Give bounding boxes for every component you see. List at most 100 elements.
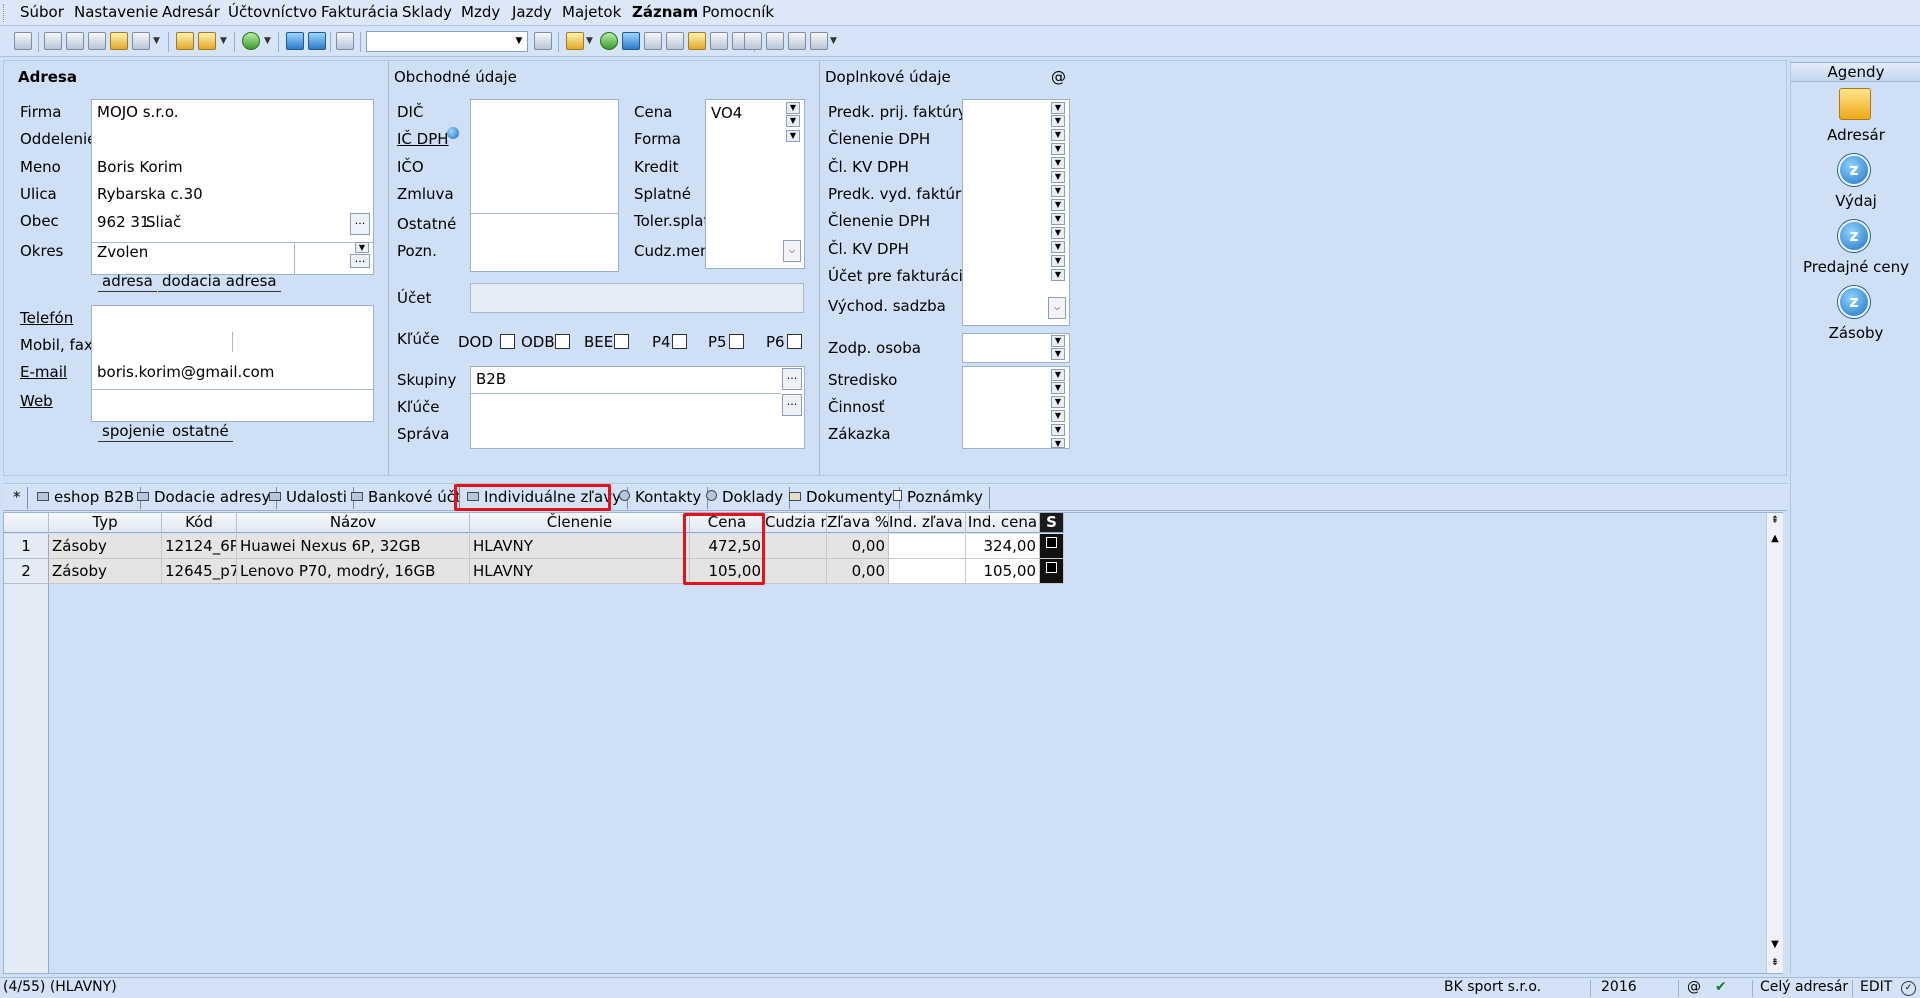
- dropdown-button[interactable]: ▼: [1051, 129, 1065, 141]
- key-bee-checkbox[interactable]: [614, 334, 629, 349]
- cell-cudzia[interactable]: [765, 559, 827, 584]
- menu-majetok[interactable]: Majetok: [562, 3, 621, 21]
- tab-dodacie-adresy[interactable]: Dodacie adresy: [131, 487, 278, 509]
- menu-zaznam[interactable]: Záznam: [632, 3, 698, 21]
- ie-globe-icon[interactable]: [447, 127, 459, 139]
- cell-clenenie[interactable]: HLAVNY: [470, 559, 690, 584]
- cell-typ[interactable]: Zásoby: [49, 534, 162, 559]
- key-dod-checkbox[interactable]: [500, 334, 515, 349]
- checkmark-icon[interactable]: ✔: [1715, 979, 1727, 995]
- cell-s[interactable]: [1040, 534, 1064, 559]
- label-email[interactable]: E-mail: [20, 363, 67, 381]
- cell-zlava[interactable]: 0,00: [827, 559, 889, 584]
- skupiny-input[interactable]: B2B: [476, 370, 506, 388]
- col-clenenie[interactable]: Členenie: [470, 513, 690, 533]
- cell-ind-zlava[interactable]: [889, 559, 966, 584]
- col-ind-zlava[interactable]: Ind. zľava %: [889, 513, 966, 533]
- menu-sklady[interactable]: Sklady: [402, 3, 452, 21]
- ulica-input[interactable]: Rybarska c.30: [97, 185, 203, 203]
- menu-jazdy[interactable]: Jazdy: [512, 3, 552, 21]
- menu-pomocnik[interactable]: Pomocník: [702, 3, 774, 21]
- col-s[interactable]: S: [1040, 513, 1064, 533]
- settings-icon[interactable]: [810, 32, 828, 50]
- menu-nastavenie[interactable]: Nastavenie: [74, 3, 158, 21]
- cell-ind-zlava[interactable]: [889, 534, 966, 559]
- label-telefon[interactable]: Telefón: [20, 309, 73, 327]
- col-cudzia[interactable]: Cudzia m: [765, 513, 827, 533]
- back-arrow-icon[interactable]: [242, 32, 260, 50]
- monitor-icon[interactable]: [788, 32, 806, 50]
- new-record-icon[interactable]: [176, 32, 194, 50]
- globe-icon[interactable]: [622, 32, 640, 50]
- duplicate-icon[interactable]: [336, 32, 354, 50]
- agenda-zasoby-icon[interactable]: z: [1838, 286, 1870, 318]
- col-kod[interactable]: Kód: [162, 513, 237, 533]
- obec-input[interactable]: Sliač: [146, 213, 181, 231]
- cell-kod[interactable]: 12645_p7: [162, 559, 237, 584]
- cell-kod[interactable]: 12124_6P: [162, 534, 237, 559]
- scroll-top-icon[interactable]: ⇞: [1767, 513, 1783, 530]
- dropdown-button[interactable]: ▼: [1051, 171, 1065, 183]
- cell-ind-cena[interactable]: 324,00: [966, 534, 1040, 559]
- key-odb-checkbox[interactable]: [555, 334, 570, 349]
- key-p4-checkbox[interactable]: [672, 334, 687, 349]
- menu-uctovnictvo[interactable]: Účtovníctvo: [228, 3, 317, 21]
- users-icon[interactable]: [688, 32, 706, 50]
- oddelenie-input[interactable]: [97, 130, 357, 150]
- subtab-adresa[interactable]: adresa: [98, 272, 157, 292]
- dropdown-button[interactable]: ▼: [1051, 227, 1065, 239]
- dropdown-button[interactable]: ▼: [1051, 102, 1065, 114]
- scroll-bottom-icon[interactable]: ⇟: [1767, 955, 1783, 972]
- menu-fakturacia[interactable]: Fakturácia: [321, 3, 398, 21]
- dropdown-button[interactable]: ▼: [1051, 424, 1065, 436]
- kluce-lookup-button[interactable]: ...: [782, 394, 802, 416]
- barcode-icon[interactable]: [710, 32, 728, 50]
- scroll-down-icon[interactable]: ▼: [1767, 937, 1783, 954]
- dropdown-button[interactable]: ▼: [1051, 255, 1065, 267]
- chevron-down-icon[interactable]: ▼: [830, 36, 837, 46]
- agenda-vydaj[interactable]: Výdaj: [1791, 192, 1920, 210]
- refresh-icon[interactable]: [600, 32, 618, 50]
- chevron-down-icon[interactable]: ▼: [264, 36, 271, 46]
- ok-circle-icon[interactable]: ✓: [1901, 981, 1916, 996]
- dropdown-button[interactable]: ▼: [1051, 185, 1065, 197]
- col-typ[interactable]: Typ: [49, 513, 162, 533]
- web-input[interactable]: [97, 392, 357, 412]
- dropdown-button[interactable]: ▼: [1051, 410, 1065, 422]
- chevron-down-icon[interactable]: ▼: [220, 36, 227, 46]
- toolbar-combo[interactable]: ▼: [366, 31, 528, 52]
- chevron-down-icon[interactable]: ▼: [586, 36, 593, 46]
- tab-udalosti[interactable]: Udalosti: [263, 487, 354, 509]
- agenda-predajne-ceny-icon[interactable]: z: [1838, 220, 1870, 252]
- dropdown-button[interactable]: ▼: [1051, 438, 1065, 448]
- psc-input[interactable]: 962 31: [97, 213, 150, 231]
- dropdown-button[interactable]: ▼: [1051, 213, 1065, 225]
- dropdown-button[interactable]: ▼: [1051, 348, 1065, 360]
- calculator-icon[interactable]: [666, 32, 684, 50]
- key-p5-checkbox[interactable]: [729, 334, 744, 349]
- sadzba-dropdown-button[interactable]: ⌵: [1048, 297, 1066, 319]
- skupiny-lookup-button[interactable]: ...: [782, 368, 802, 390]
- dropdown-button[interactable]: ▼: [1051, 269, 1065, 281]
- col-ind-cena[interactable]: Ind. cena: [966, 513, 1040, 533]
- status-at-icon[interactable]: @: [1687, 979, 1701, 995]
- label-web[interactable]: Web: [20, 392, 53, 410]
- grid-corner[interactable]: [4, 513, 49, 533]
- menu-mzdy[interactable]: Mzdy: [461, 3, 500, 21]
- tax-ids-box[interactable]: [470, 99, 619, 272]
- row-checkbox[interactable]: [1046, 537, 1057, 548]
- copy-icon[interactable]: [44, 32, 62, 50]
- dropdown-button[interactable]: ▼: [1051, 115, 1065, 127]
- chevron-down-icon[interactable]: ▼: [153, 36, 160, 46]
- dropdown-button[interactable]: ▼: [1051, 157, 1065, 169]
- tab-kontakty[interactable]: Kontakty: [613, 487, 709, 509]
- cell-s[interactable]: [1040, 559, 1064, 584]
- cell-clenenie[interactable]: HLAVNY: [470, 534, 690, 559]
- filter-icon[interactable]: [534, 32, 552, 50]
- tab-dokumenty[interactable]: Dokumenty: [783, 487, 900, 509]
- scroll-up-icon[interactable]: ▲: [1767, 531, 1783, 548]
- brush-icon[interactable]: [198, 32, 216, 50]
- cell-nazov[interactable]: Lenovo P70, modrý, 16GB: [237, 559, 470, 584]
- mobil-input[interactable]: [97, 336, 227, 356]
- obec-lookup-button[interactable]: ...: [350, 213, 370, 235]
